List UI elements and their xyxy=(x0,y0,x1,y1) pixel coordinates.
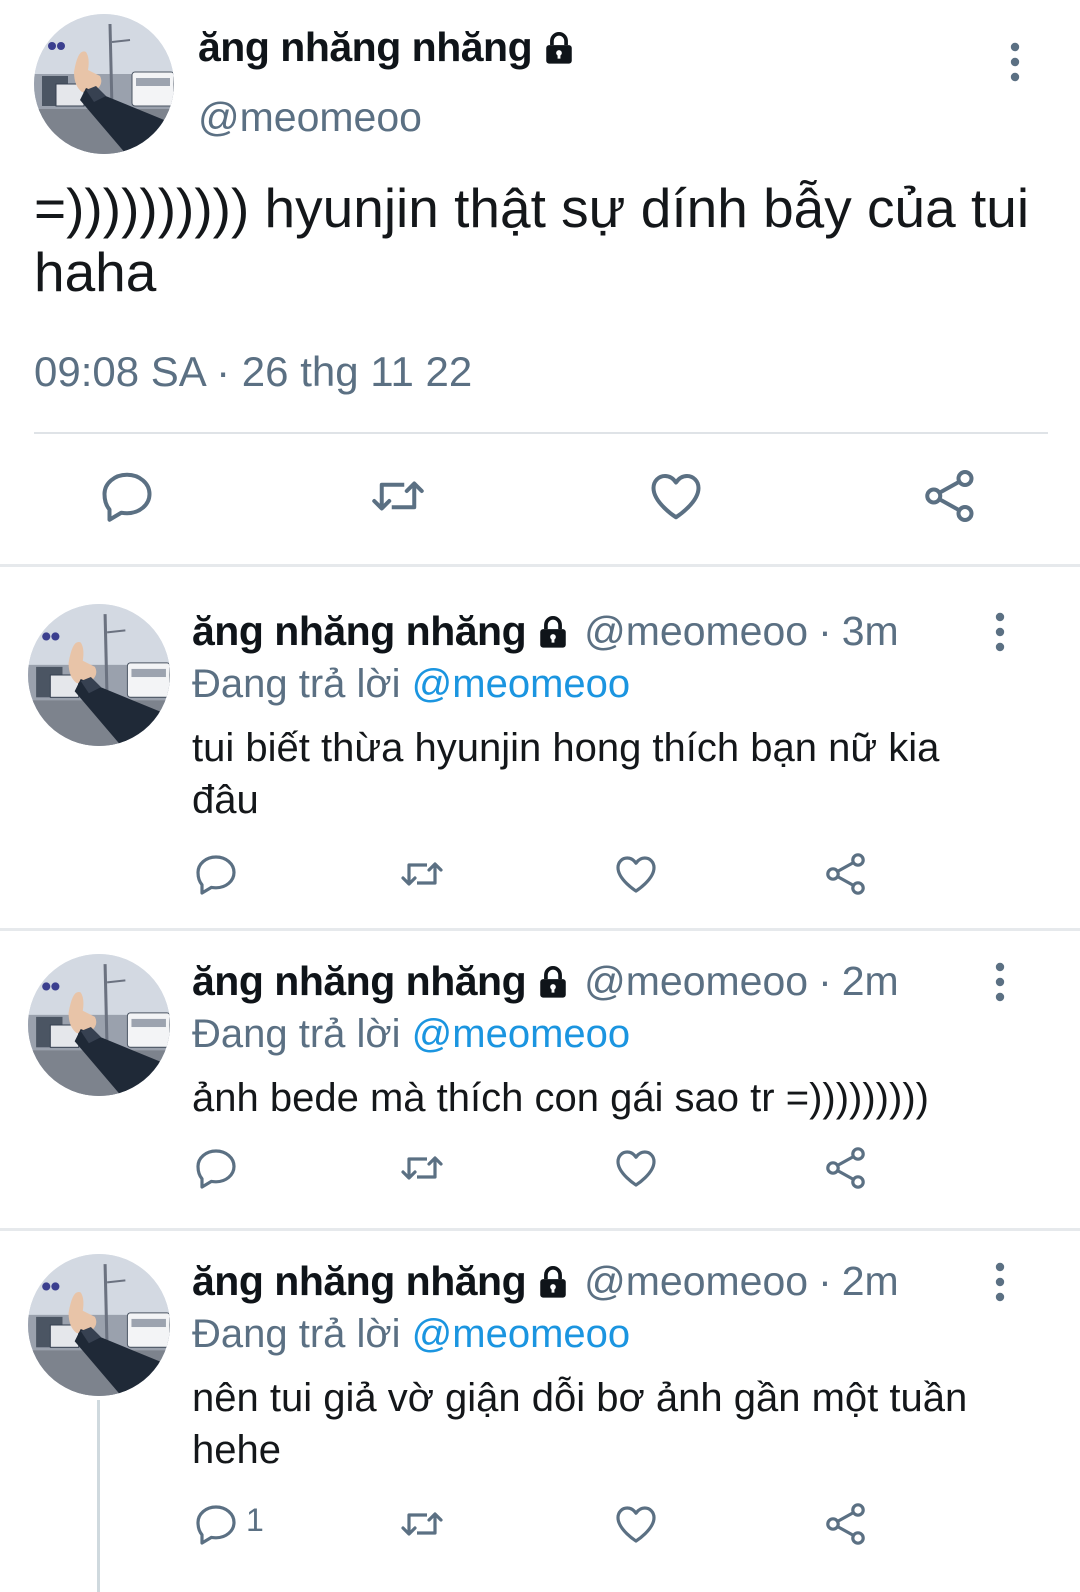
share-icon[interactable] xyxy=(822,1500,870,1548)
mention-link[interactable]: @meomeoo xyxy=(412,662,630,706)
action-bar xyxy=(0,850,1080,900)
like-icon[interactable] xyxy=(612,1144,660,1192)
reply-icon[interactable] xyxy=(97,466,157,526)
retweet-icon[interactable] xyxy=(398,850,446,898)
reply-text: tui biết thừa hyunjin hong thích bạn nữ … xyxy=(192,726,940,822)
lock-icon xyxy=(536,615,570,649)
retweet-icon[interactable] xyxy=(398,1144,446,1192)
section-divider xyxy=(0,564,1080,567)
replying-prefix: Đang trả lời xyxy=(192,1312,401,1356)
lock-icon xyxy=(542,31,576,65)
avatar[interactable] xyxy=(28,604,170,746)
reply-header: ăng nhăng nhăng @meomeoo · 2m xyxy=(192,958,899,1005)
handle[interactable]: @meomeoo xyxy=(584,608,808,655)
tweet-text: =)))))))))) hyunjin thật sự dính bẫy của… xyxy=(34,177,1030,303)
action-bar: 1 xyxy=(0,1500,1080,1550)
avatar-image xyxy=(34,14,174,154)
reply-header: ăng nhăng nhăng @meomeoo · 3m xyxy=(192,608,899,655)
reply-text: nên tui giả vờ giận dỗi bơ ảnh gần một t… xyxy=(192,1376,968,1472)
reply-time[interactable]: 2m xyxy=(842,1258,899,1305)
avatar[interactable] xyxy=(28,954,170,1096)
share-icon[interactable] xyxy=(822,1144,870,1192)
reply-tweet[interactable]: ăng nhăng nhăng @meomeoo · 2m Đang trả l… xyxy=(0,954,1080,1234)
avatar[interactable] xyxy=(34,14,174,154)
share-icon[interactable] xyxy=(920,466,980,526)
lock-icon xyxy=(536,1265,570,1299)
replying-prefix: Đang trả lời xyxy=(192,662,401,706)
display-name[interactable]: ăng nhăng nhăng xyxy=(198,24,576,71)
mention-link[interactable]: @meomeoo xyxy=(412,1012,630,1056)
divider xyxy=(34,432,1048,434)
replying-prefix: Đang trả lời xyxy=(192,1012,401,1056)
separator: · xyxy=(818,608,832,654)
like-icon[interactable] xyxy=(646,466,706,526)
reply-icon[interactable] xyxy=(192,1500,240,1548)
handle[interactable]: @meomeoo xyxy=(584,958,808,1005)
reply-text: ảnh bede mà thích con gái sao tr =))))))… xyxy=(192,1076,929,1120)
share-icon[interactable] xyxy=(822,850,870,898)
display-name[interactable]: ăng nhăng nhăng xyxy=(192,958,527,1005)
separator: · xyxy=(818,1258,832,1304)
main-tweet: ăng nhăng nhăng @meomeoo =)))))))))) hyu… xyxy=(0,0,1080,566)
like-icon[interactable] xyxy=(612,1500,660,1548)
retweet-icon[interactable] xyxy=(398,1500,446,1548)
handle[interactable]: @meomeoo xyxy=(198,94,422,141)
reply-tweet[interactable]: ăng nhăng nhăng @meomeoo · 2m Đang trả l… xyxy=(0,1254,1080,1592)
reply-header: ăng nhăng nhăng @meomeoo · 2m xyxy=(192,1258,899,1305)
replying-to: Đang trả lời @meomeoo xyxy=(192,1312,630,1357)
more-vertical-icon[interactable] xyxy=(990,962,1010,1002)
avatar[interactable] xyxy=(28,1254,170,1396)
replying-to: Đang trả lời @meomeoo xyxy=(192,662,630,707)
replying-to: Đang trả lời @meomeoo xyxy=(192,1012,630,1057)
reply-icon[interactable] xyxy=(192,850,240,898)
action-bar xyxy=(0,1144,1080,1194)
lock-icon xyxy=(536,965,570,999)
action-bar xyxy=(0,466,1080,526)
reply-tweet[interactable]: ăng nhăng nhăng @meomeoo · 3m Đang trả l… xyxy=(0,604,1080,934)
more-vertical-icon[interactable] xyxy=(990,1262,1010,1302)
display-name[interactable]: ăng nhăng nhăng xyxy=(192,608,527,655)
tweet-timestamp[interactable]: 09:08 SA · 26 thg 11 22 xyxy=(34,348,472,396)
reply-time[interactable]: 3m xyxy=(842,608,899,655)
section-divider xyxy=(0,928,1080,931)
section-divider xyxy=(0,1228,1080,1231)
separator: · xyxy=(818,958,832,1004)
handle[interactable]: @meomeoo xyxy=(584,1258,808,1305)
retweet-icon[interactable] xyxy=(368,466,428,526)
mention-link[interactable]: @meomeoo xyxy=(412,1312,630,1356)
reply-count: 1 xyxy=(246,1502,264,1538)
reply-time[interactable]: 2m xyxy=(842,958,899,1005)
like-icon[interactable] xyxy=(612,850,660,898)
more-vertical-icon[interactable] xyxy=(990,612,1010,652)
avatar-image xyxy=(28,1254,170,1396)
more-vertical-icon[interactable] xyxy=(1005,42,1025,82)
display-name[interactable]: ăng nhăng nhăng xyxy=(192,1258,527,1305)
avatar-image xyxy=(28,954,170,1096)
display-name-text: ăng nhăng nhăng xyxy=(198,24,533,70)
avatar-image xyxy=(28,604,170,746)
reply-icon[interactable] xyxy=(192,1144,240,1192)
